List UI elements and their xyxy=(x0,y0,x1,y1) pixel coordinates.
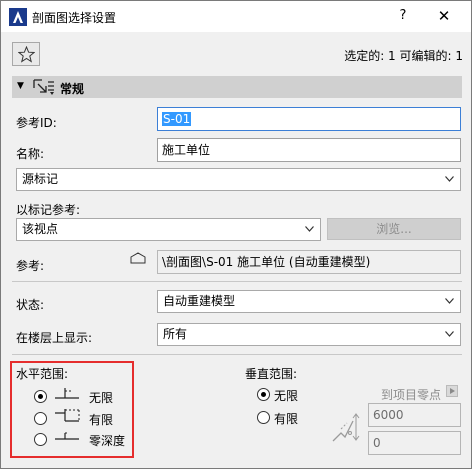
to-project-zero-play-icon[interactable] xyxy=(446,385,458,397)
source-marker-value: 源标记 xyxy=(22,172,59,186)
ref-to-marker-label: 以标记参考: xyxy=(16,203,81,217)
show-on-stories-dropdown[interactable]: 所有 xyxy=(157,323,461,346)
status-value: 自动重建模型 xyxy=(163,294,236,308)
horizontal-range-label: 水平范围: xyxy=(16,367,69,381)
vertical-top-input[interactable]: 6000 xyxy=(368,403,461,427)
selection-info: 选定的: 1 可编辑的: 1 xyxy=(344,49,463,63)
marker-reference-icon xyxy=(130,252,146,264)
horizontal-infinite-radio[interactable] xyxy=(34,390,47,403)
name-input[interactable]: 施工单位 xyxy=(157,138,461,162)
archicad-icon xyxy=(9,8,27,26)
section-tool-icon xyxy=(33,79,54,95)
ref-to-marker-dropdown[interactable]: 该视点 xyxy=(16,218,321,241)
vertical-infinite-radio[interactable] xyxy=(257,388,270,401)
horizontal-option-limited: 有限 xyxy=(89,413,114,427)
section-general-header[interactable]: ▼ 常规 xyxy=(12,76,462,98)
vertical-bottom-input[interactable]: 0 xyxy=(368,431,461,455)
chevron-down-icon xyxy=(445,298,454,304)
ref-to-marker-value: 该视点 xyxy=(22,222,59,236)
ref-id-value: S-01 xyxy=(162,112,192,126)
collapse-triangle-icon[interactable]: ▼ xyxy=(17,81,24,91)
close-button[interactable]: ✕ xyxy=(434,6,454,26)
ref-id-input[interactable]: S-01 xyxy=(157,107,461,131)
reference-label: 参考: xyxy=(16,259,45,273)
ref-id-label: 参考ID: xyxy=(16,116,57,130)
limited-range-icon xyxy=(55,409,80,422)
source-marker-dropdown[interactable]: 源标记 xyxy=(16,168,461,191)
help-button[interactable]: ? xyxy=(393,6,413,26)
divider xyxy=(12,354,462,355)
horizontal-option-zero-depth: 零深度 xyxy=(89,434,126,448)
chevron-down-icon xyxy=(445,331,454,337)
status-label: 状态: xyxy=(16,298,45,312)
vertical-range-label: 垂直范围: xyxy=(245,367,298,381)
star-icon xyxy=(18,46,35,63)
vertical-limited-radio[interactable] xyxy=(257,411,270,424)
vertical-option-limited: 有限 xyxy=(274,412,299,426)
horizontal-limited-radio[interactable] xyxy=(34,412,47,425)
name-label: 名称: xyxy=(16,147,45,161)
window-title: 剖面图选择设置 xyxy=(32,11,117,25)
show-on-stories-value: 所有 xyxy=(163,327,188,341)
chevron-down-icon xyxy=(305,226,314,232)
dialog-window: 剖面图选择设置 ? ✕ 选定的: 1 可编辑的: 1 ▼ 常规 参考ID: S-… xyxy=(0,0,472,469)
infinite-range-icon xyxy=(55,388,79,399)
status-dropdown[interactable]: 自动重建模型 xyxy=(157,290,461,313)
reference-path-field: \剖面图\S-01 施工单位 (自动重建模型) xyxy=(157,250,461,274)
vertical-option-infinite: 无限 xyxy=(274,389,299,403)
chevron-down-icon xyxy=(445,176,454,182)
section-label: 常规 xyxy=(60,82,85,96)
browse-button[interactable]: 浏览... xyxy=(327,218,461,240)
horizontal-option-infinite: 无限 xyxy=(89,391,114,405)
title-bar: 剖面图选择设置 ? ✕ xyxy=(1,1,471,32)
show-on-stories-label: 在楼层上显示: xyxy=(16,331,93,345)
to-project-zero-label: 到项目零点 xyxy=(381,388,442,402)
divider xyxy=(12,281,462,282)
favorites-button[interactable] xyxy=(12,42,40,66)
horizontal-zero-depth-radio[interactable] xyxy=(34,433,47,446)
zero-depth-range-icon xyxy=(55,432,79,440)
vertical-range-diagram-icon xyxy=(332,413,360,442)
